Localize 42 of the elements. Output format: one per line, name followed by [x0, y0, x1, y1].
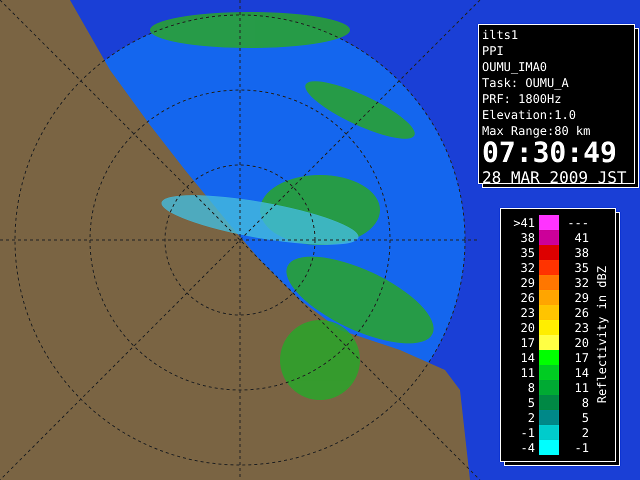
scale-value: -1 [520, 426, 535, 440]
time-label: 07:30:49 [482, 139, 618, 167]
info-line: PPI [482, 43, 505, 59]
info-line: OUMU_IMA0 [482, 59, 548, 75]
scale-value: 14 [520, 350, 535, 364]
info-line: Max Range:80 km [482, 123, 592, 139]
scale-value: -1 [574, 440, 589, 454]
date-label: 28 MAR 2009 JST [482, 167, 626, 188]
scale-value: 20 [574, 336, 589, 350]
scale-value: 35 [574, 260, 589, 274]
scale-value: 29 [520, 276, 535, 290]
scale-value: 17 [520, 336, 535, 350]
scale-value: 32 [520, 260, 535, 274]
scale-value: >41 [512, 216, 535, 230]
scale-value: 11 [520, 366, 535, 380]
scale-value: 20 [520, 320, 535, 334]
scale-value: 38 [574, 246, 589, 260]
scale-value: 8 [526, 380, 535, 394]
scale-value: 8 [580, 396, 589, 410]
scale-value: 17 [574, 350, 589, 364]
scale-value: -4 [520, 440, 535, 454]
legend-title: Reflectivity in dBZ [595, 266, 609, 404]
info-line: PRF: 1800Hz [482, 91, 562, 107]
scale-value: 26 [574, 306, 589, 320]
scale-value: 2 [526, 410, 535, 424]
info-line: ilts1 [482, 27, 520, 43]
scale-value: 26 [520, 290, 535, 304]
scale-value: 5 [580, 410, 589, 424]
scale-value: 35 [520, 246, 535, 260]
scale-value: 32 [574, 276, 589, 290]
scale-value: 14 [574, 366, 589, 380]
info-line: Elevation:1.0 [482, 107, 577, 123]
scale-value: 11 [574, 380, 589, 394]
scale-value: 5 [526, 396, 535, 410]
scale-value: 23 [520, 306, 535, 320]
info-line: Task: OUMU_A [482, 75, 570, 91]
scale-value: 23 [574, 320, 589, 334]
scale-value: --- [566, 216, 589, 230]
scale-value: 41 [574, 230, 589, 244]
scale-value: 2 [580, 426, 589, 440]
scale-value: 29 [574, 290, 589, 304]
scale-value: 38 [520, 230, 535, 244]
